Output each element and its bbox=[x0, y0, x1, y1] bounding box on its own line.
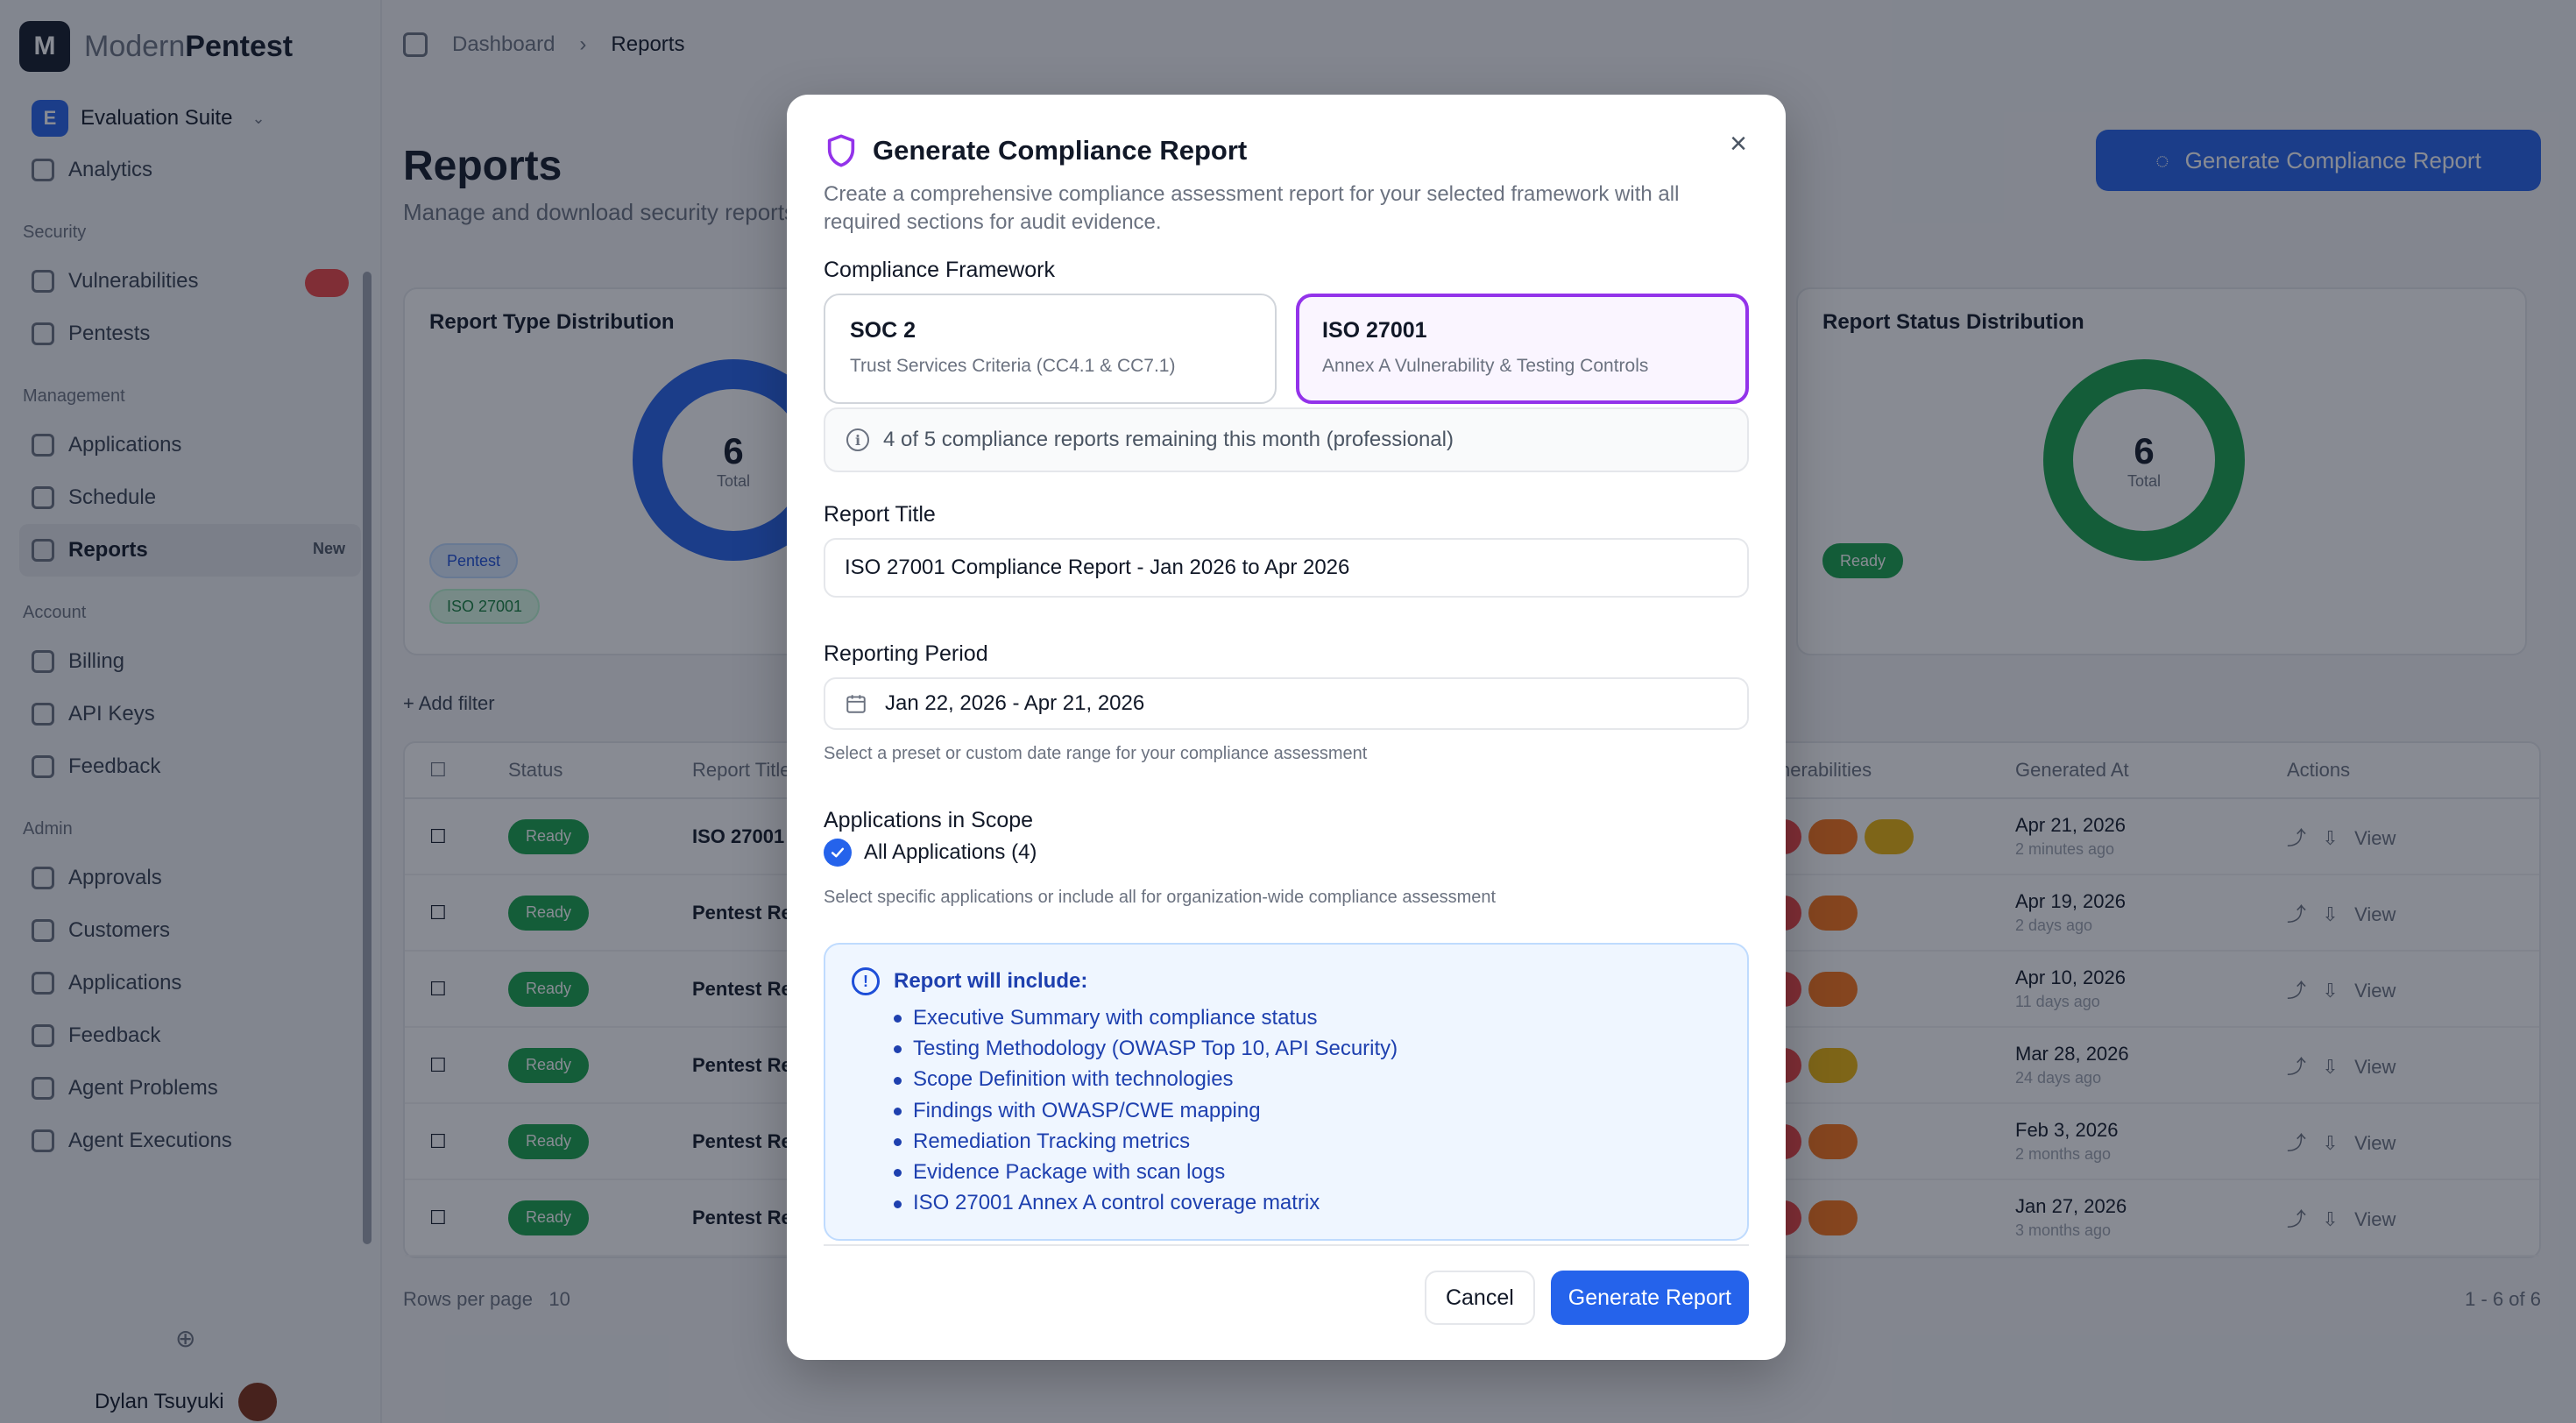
report-title-label: Report Title bbox=[824, 502, 936, 527]
generate-compliance-report-dialog: × Generate Compliance Report Create a co… bbox=[787, 95, 1786, 1360]
framework-label: Compliance Framework bbox=[824, 258, 1055, 282]
info-icon: ! bbox=[852, 967, 880, 995]
list-item: ISO 27001 Annex A control coverage matri… bbox=[894, 1188, 1398, 1219]
all-applications-label: All Applications (4) bbox=[864, 840, 1037, 864]
list-item: Evidence Package with scan logs bbox=[894, 1157, 1398, 1187]
quota-text: 4 of 5 compliance reports remaining this… bbox=[883, 428, 1454, 451]
framework-option-soc2[interactable]: SOC 2 Trust Services Criteria (CC4.1 & C… bbox=[824, 294, 1277, 404]
calendar-icon bbox=[846, 695, 866, 713]
framework-name: SOC 2 bbox=[850, 318, 916, 343]
report-title-input[interactable]: ISO 27001 Compliance Report - Jan 2026 t… bbox=[824, 538, 1749, 598]
reporting-period-hint: Select a preset or custom date range for… bbox=[824, 744, 1368, 763]
list-item: Scope Definition with technologies bbox=[894, 1065, 1398, 1095]
report-includes-title: Report will include: bbox=[894, 969, 1088, 993]
shield-icon bbox=[827, 134, 855, 167]
cancel-button[interactable]: Cancel bbox=[1424, 1271, 1535, 1325]
applications-scope-hint: Select specific applications or include … bbox=[824, 888, 1497, 907]
list-item: Executive Summary with compliance status bbox=[894, 1002, 1398, 1033]
quota-notice: i 4 of 5 compliance reports remaining th… bbox=[824, 407, 1749, 472]
report-includes-list: Executive Summary with compliance status… bbox=[894, 1002, 1398, 1219]
generate-report-button[interactable]: Generate Report bbox=[1550, 1271, 1749, 1325]
all-applications-checkbox[interactable] bbox=[824, 839, 852, 867]
info-icon: i bbox=[846, 428, 869, 451]
dialog-description: Create a comprehensive compliance assess… bbox=[824, 182, 1680, 234]
framework-option-iso27001[interactable]: ISO 27001 Annex A Vulnerability & Testin… bbox=[1296, 294, 1749, 404]
framework-options: SOC 2 Trust Services Criteria (CC4.1 & C… bbox=[824, 294, 1749, 404]
reporting-period-value: Jan 22, 2026 - Apr 21, 2026 bbox=[885, 691, 1145, 715]
close-icon[interactable]: × bbox=[1721, 126, 1756, 161]
report-includes-box: ! Report will include: Executive Summary… bbox=[824, 943, 1749, 1241]
check-icon bbox=[831, 847, 845, 858]
framework-name: ISO 27001 bbox=[1322, 318, 1427, 343]
report-title-value: ISO 27001 Compliance Report - Jan 2026 t… bbox=[845, 556, 1350, 579]
reporting-period-picker[interactable]: Jan 22, 2026 - Apr 21, 2026 bbox=[824, 677, 1749, 730]
list-item: Findings with OWASP/CWE mapping bbox=[894, 1095, 1398, 1126]
all-applications-checkbox-row[interactable]: All Applications (4) bbox=[824, 839, 1749, 867]
dialog-footer: Cancel Generate Report bbox=[1424, 1271, 1749, 1325]
list-item: Remediation Tracking metrics bbox=[894, 1126, 1398, 1157]
list-item: Testing Methodology (OWASP Top 10, API S… bbox=[894, 1033, 1398, 1064]
framework-subtitle: Trust Services Criteria (CC4.1 & CC7.1) bbox=[850, 356, 1176, 376]
framework-subtitle: Annex A Vulnerability & Testing Controls bbox=[1322, 356, 1649, 376]
footer-divider bbox=[824, 1244, 1749, 1246]
dialog-title: Generate Compliance Report bbox=[873, 135, 1248, 166]
dialog-header: Generate Compliance Report bbox=[824, 133, 1749, 168]
applications-scope-label: Applications in Scope bbox=[824, 808, 1034, 832]
reporting-period-label: Reporting Period bbox=[824, 641, 988, 666]
